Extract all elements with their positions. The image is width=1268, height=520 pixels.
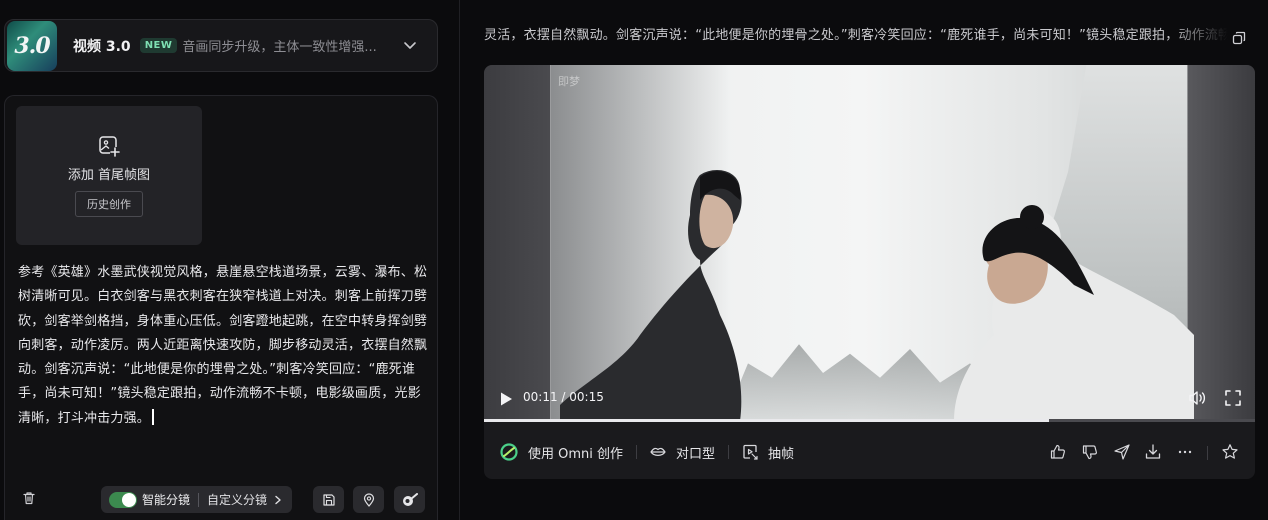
shot-mode-pill: 智能分镜 自定义分镜: [101, 486, 292, 513]
omni-label: 使用 Omni 创作: [528, 446, 624, 462]
volume-icon[interactable]: [1187, 388, 1207, 408]
editor-toolbar: 智能分镜 自定义分镜: [5, 484, 439, 514]
smart-shot-toggle[interactable]: [109, 491, 137, 508]
left-panel: 3.0 视频 3.0 NEW 音画同步升级，主体一致性增强... 添加 首尾帧图…: [0, 0, 444, 520]
trash-icon[interactable]: [21, 490, 37, 506]
lip-sync-label: 对口型: [676, 446, 716, 462]
star-icon[interactable]: [1221, 443, 1239, 461]
video-progress[interactable]: [484, 419, 1255, 422]
location-pin-icon: [363, 492, 374, 507]
pill-divider: [198, 492, 200, 507]
extract-frame-button[interactable]: 抽帧: [742, 443, 794, 462]
fullscreen-icon[interactable]: [1224, 389, 1242, 407]
separator: [636, 445, 638, 459]
omni-icon: [500, 443, 518, 461]
history-button[interactable]: 历史创作: [75, 191, 143, 217]
copy-icon[interactable]: [1232, 31, 1246, 45]
action-bar: 使用 Omni 创作 对口型 抽帧: [484, 435, 1255, 469]
new-badge: NEW: [139, 38, 178, 53]
chevron-down-icon[interactable]: [403, 38, 417, 52]
progress-fill: [484, 419, 1050, 422]
download-icon[interactable]: [1144, 443, 1162, 461]
separator: [1207, 446, 1208, 460]
model-description: 音画同步升级，主体一致性增强...: [182, 40, 377, 55]
video-controls: 00:11 / 00:15: [484, 383, 1255, 421]
video-frame[interactable]: 即梦 00:11 / 00:15: [484, 65, 1255, 421]
prompt-text: 参考《英雄》水墨武侠视觉风格，悬崖悬空栈道场景，云雾、瀑布、松树清晰可见。白衣剑…: [18, 265, 428, 426]
prompt-textarea[interactable]: 参考《英雄》水墨武侠视觉风格，悬崖悬空栈道场景，云雾、瀑布、松树清晰可见。白衣剑…: [18, 261, 428, 431]
thumbs-up-icon[interactable]: [1049, 443, 1067, 461]
omni-create-button[interactable]: 使用 Omni 创作: [500, 443, 623, 462]
play-icon[interactable]: [499, 391, 513, 407]
model-selector[interactable]: 3.0 视频 3.0 NEW 音画同步升级，主体一致性增强...: [4, 19, 438, 72]
time-display: 00:11 / 00:15: [523, 390, 604, 404]
custom-shot-button[interactable]: 自定义分镜: [207, 491, 267, 508]
add-frames-label: 添加 首尾帧图: [67, 168, 151, 183]
save-button[interactable]: [313, 486, 344, 513]
add-frames-dropzone[interactable]: 添加 首尾帧图 历史创作: [16, 106, 202, 245]
save-icon: [322, 493, 335, 506]
brush-icon: [402, 492, 418, 506]
thumbs-down-icon[interactable]: [1081, 443, 1099, 461]
lip-sync-button[interactable]: 对口型: [650, 443, 715, 462]
prompt-excerpt: 灵活，衣摆自然飘动。剑客沉声说：“此地便是你的埋骨之处。”刺客冷笑回应：“鹿死谁…: [484, 28, 1228, 43]
panel-divider: [459, 0, 460, 520]
more-icon[interactable]: [1176, 443, 1194, 461]
send-icon[interactable]: [1113, 443, 1131, 461]
generate-button[interactable]: [394, 486, 425, 513]
text-caret: [152, 408, 155, 425]
extract-frame-icon: [743, 444, 758, 460]
model-logo: 3.0: [7, 20, 57, 71]
extract-frame-label: 抽帧: [768, 446, 795, 462]
video-player: 即梦 00:11 / 00:15 使用 Omni 创作 对口型 抽帧: [484, 65, 1255, 479]
smart-shot-label: 智能分镜: [142, 493, 191, 507]
watermark: 即梦: [558, 75, 580, 88]
model-name: 视频 3.0: [73, 38, 131, 55]
chevron-right-icon: [275, 495, 281, 504]
location-button[interactable]: [353, 486, 384, 513]
separator: [728, 445, 730, 459]
add-image-icon: [99, 136, 120, 157]
prompt-editor: 添加 首尾帧图 历史创作 参考《英雄》水墨武侠视觉风格，悬崖悬空栈道场景，云雾、…: [4, 95, 438, 520]
lips-icon: [650, 447, 666, 456]
